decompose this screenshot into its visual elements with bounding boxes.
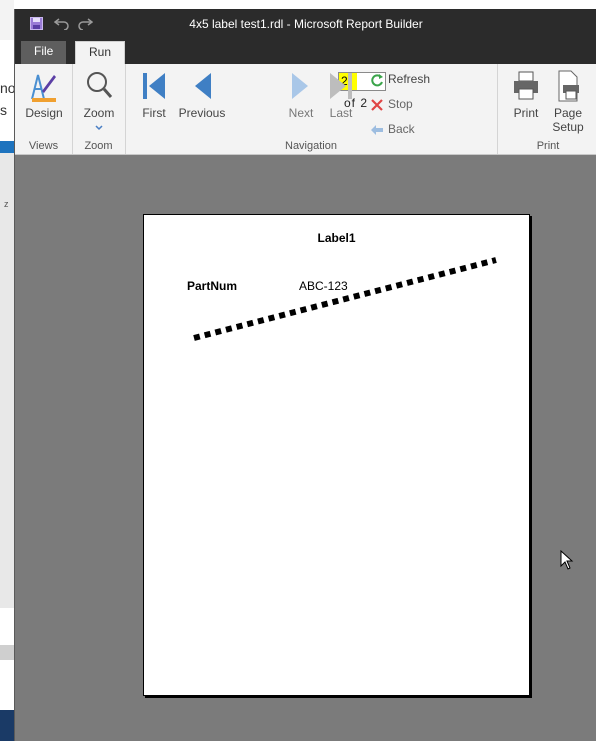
views-group: Design Views — [15, 64, 73, 154]
background-app-scrollbar — [0, 645, 14, 660]
tab-file[interactable]: File — [21, 41, 67, 64]
next-page-button[interactable]: Next — [285, 69, 317, 120]
stop-icon — [371, 99, 383, 111]
background-app: no s z — [0, 0, 16, 741]
background-app-top — [290, 0, 490, 9]
window-title: 4x5 label test1.rdl - Microsoft Report B… — [189, 17, 423, 31]
first-page-button[interactable]: First — [135, 69, 173, 120]
views-group-label: Views — [28, 140, 59, 152]
background-app-text: s — [0, 102, 7, 118]
background-app-footer — [0, 710, 14, 741]
previous-label: Previous — [178, 106, 226, 120]
print-label: Print — [513, 106, 539, 120]
first-label: First — [142, 106, 166, 120]
title-bar: 4x5 label test1.rdl - Microsoft Report B… — [15, 9, 596, 39]
report-title: Label1 — [317, 231, 356, 245]
back-label: Back — [388, 122, 415, 136]
stop-button[interactable]: Stop — [370, 95, 413, 113]
refresh-button[interactable]: Refresh — [370, 70, 430, 88]
next-page-icon — [292, 73, 308, 99]
navigation-group: First Previous 2 of 2 Next Last Refresh … — [125, 64, 498, 154]
background-app-text: z — [4, 199, 9, 209]
chevron-down-icon — [95, 125, 103, 131]
background-app-panel — [0, 153, 14, 608]
page-setup-button[interactable]: Page Setup — [550, 69, 586, 134]
stop-label: Stop — [388, 97, 413, 111]
previous-page-icon — [195, 73, 211, 99]
report-builder-window: 4x5 label test1.rdl - Microsoft Report B… — [14, 9, 596, 741]
printer-icon — [514, 71, 538, 100]
ribbon-tabs: File Run — [15, 39, 596, 65]
zoom-button[interactable]: Zoom — [81, 69, 117, 134]
design-icon — [31, 74, 56, 102]
magnifier-icon — [87, 72, 113, 98]
zoom-group-label: Zoom — [84, 140, 113, 152]
first-page-icon — [143, 73, 165, 99]
print-group: Print Page Setup Print — [497, 64, 596, 154]
previous-page-button[interactable]: Previous — [177, 69, 227, 120]
zoom-label: Zoom — [83, 106, 115, 120]
refresh-label: Refresh — [388, 72, 431, 86]
page-setup-icon — [558, 70, 579, 102]
last-label: Last — [329, 106, 353, 120]
page-setup-label: Page Setup — [552, 106, 584, 134]
field-value: ABC-123 — [299, 279, 348, 293]
design-button[interactable]: Design — [24, 69, 64, 120]
background-app-bar — [0, 141, 14, 153]
field-label: PartNum — [187, 279, 238, 293]
refresh-icon — [371, 73, 383, 87]
tab-run[interactable]: Run — [75, 41, 126, 65]
report-page: Label1 PartNum ABC-123 — [143, 214, 530, 696]
mouse-cursor-icon — [560, 550, 574, 570]
navigation-group-label: Navigation — [285, 140, 337, 152]
background-app-strip — [0, 0, 14, 40]
print-button[interactable]: Print — [508, 69, 544, 120]
design-label: Design — [25, 106, 63, 120]
last-page-icon — [330, 73, 352, 99]
zoom-group: Zoom Zoom — [72, 64, 126, 154]
back-button[interactable]: Back — [370, 120, 415, 138]
last-page-button[interactable]: Last — [325, 69, 357, 120]
print-group-label: Print — [536, 140, 560, 152]
next-label: Next — [288, 106, 314, 120]
back-arrow-icon — [371, 124, 383, 135]
ribbon: Design Views Zoom Zoom First Previous 2 … — [15, 64, 596, 155]
